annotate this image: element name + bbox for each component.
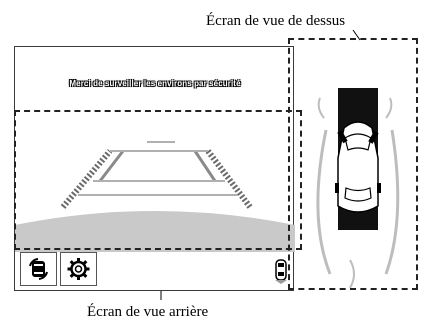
- rear-view-frame: [14, 110, 302, 250]
- settings-button[interactable]: [60, 252, 97, 286]
- rear-view-callout-label: Écran de vue arrière: [87, 304, 209, 320]
- camera-switch-button[interactable]: [20, 252, 57, 286]
- top-view-callout-label: Écran de vue de dessus: [206, 13, 346, 29]
- top-view-frame: [288, 38, 418, 290]
- camera-switch-icon: [29, 258, 48, 280]
- gear-icon: [67, 258, 90, 280]
- safety-notice: Merci de surveiller les environs par séc…: [69, 79, 241, 88]
- car-icon: [275, 259, 287, 284]
